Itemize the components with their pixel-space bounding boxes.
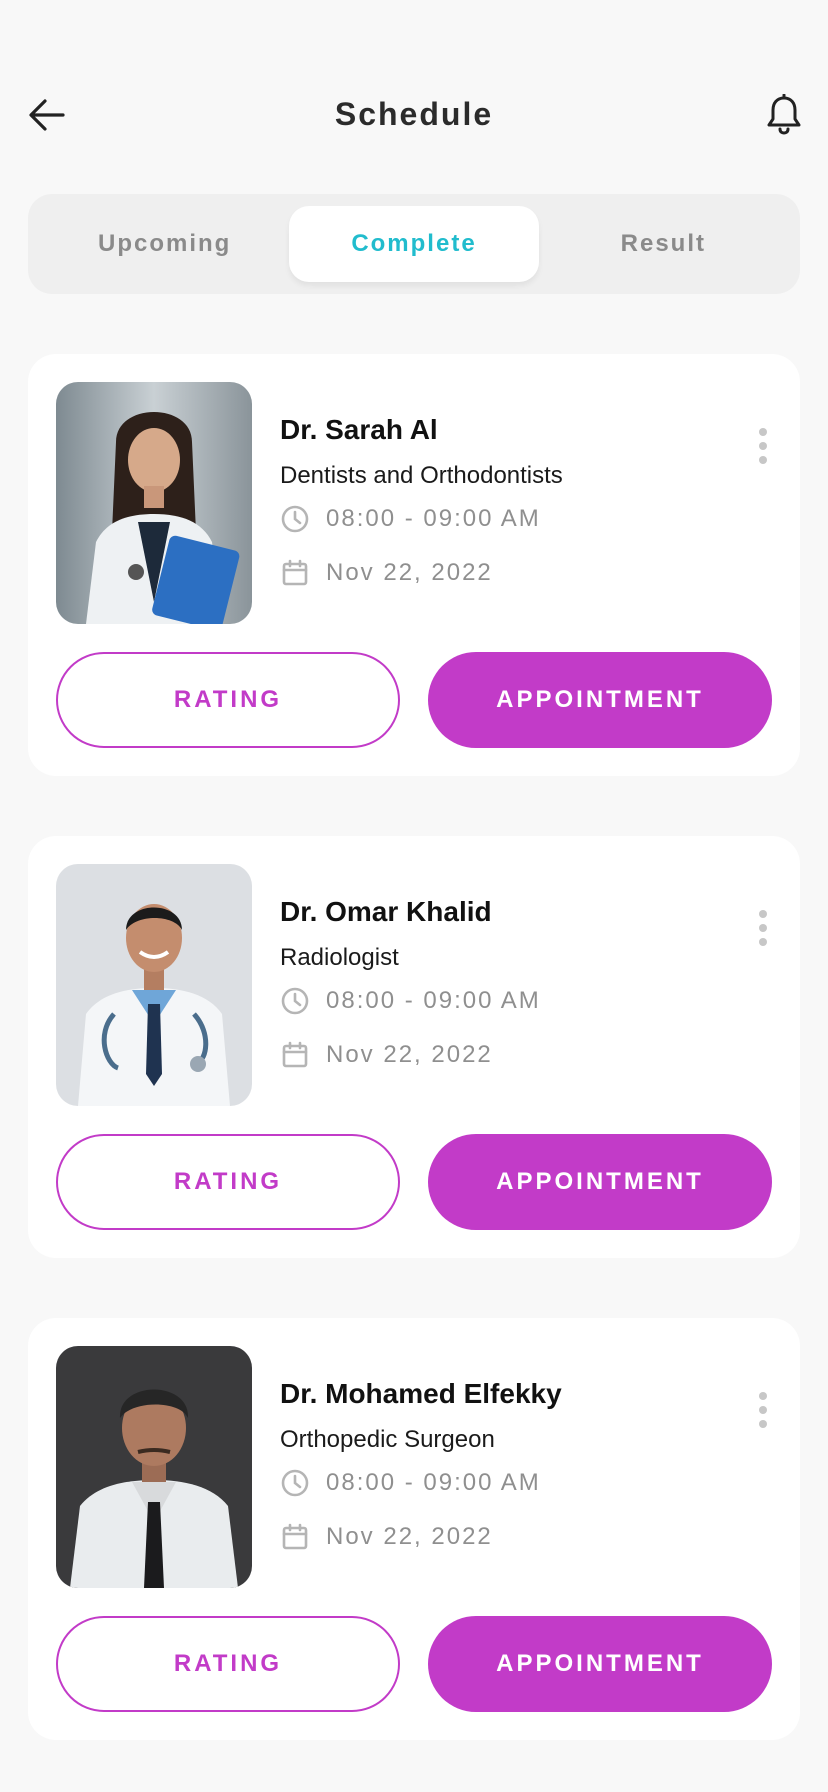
- tab-complete[interactable]: Complete: [289, 206, 539, 282]
- doctor-specialty: Dentists and Orthodontists: [280, 462, 563, 489]
- more-dot: [759, 1420, 767, 1428]
- page-title: Schedule: [334, 96, 494, 132]
- doctor-specialty: Radiologist: [280, 944, 399, 971]
- more-dot: [759, 456, 767, 464]
- date-text: Nov 22, 2022: [326, 559, 493, 586]
- calendar-icon: [282, 1041, 308, 1068]
- notifications-button[interactable]: [762, 92, 806, 138]
- clock-icon: [281, 1469, 309, 1497]
- doctor-specialty: Orthopedic Surgeon: [280, 1426, 495, 1453]
- tab-upcoming[interactable]: Upcoming: [40, 206, 289, 282]
- more-dot: [759, 924, 767, 932]
- doctor-name: Dr. Sarah Al: [280, 414, 438, 445]
- appointment-date: Nov 22, 2022: [280, 1040, 493, 1070]
- clock-icon: [281, 505, 309, 533]
- more-options-button[interactable]: [748, 424, 778, 468]
- date-text: Nov 22, 2022: [326, 1523, 493, 1550]
- appointment-date: Nov 22, 2022: [280, 1522, 493, 1552]
- rating-button[interactable]: RATING: [56, 1134, 400, 1230]
- appointment-button[interactable]: APPOINTMENT: [428, 1134, 772, 1230]
- more-dot: [759, 910, 767, 918]
- clock-icon: [281, 987, 309, 1015]
- appointment-card: Dr. Omar Khalid Radiologist 08:00 - 09:0…: [28, 836, 800, 1258]
- more-dot: [759, 938, 767, 946]
- more-dot: [759, 428, 767, 436]
- calendar-icon: [282, 559, 308, 586]
- appointment-card: Dr. Sarah Al Dentists and Orthodontists …: [28, 354, 800, 776]
- time-text: 08:00 - 09:00 AM: [326, 505, 541, 532]
- doctor-photo: [56, 382, 252, 624]
- more-options-button[interactable]: [748, 906, 778, 950]
- rating-button[interactable]: RATING: [56, 1616, 400, 1712]
- more-dot: [759, 1406, 767, 1414]
- app-header: Schedule: [0, 0, 828, 170]
- appointment-button[interactable]: APPOINTMENT: [428, 652, 772, 748]
- appointment-button[interactable]: APPOINTMENT: [428, 1616, 772, 1712]
- appointment-card: Dr. Mohamed Elfekky Orthopedic Surgeon 0…: [28, 1318, 800, 1740]
- appointment-time: 08:00 - 09:00 AM: [280, 986, 541, 1016]
- schedule-tabs: Upcoming Complete Result: [28, 194, 800, 294]
- more-dot: [759, 1392, 767, 1400]
- rating-button[interactable]: RATING: [56, 652, 400, 748]
- appointment-time: 08:00 - 09:00 AM: [280, 504, 541, 534]
- time-text: 08:00 - 09:00 AM: [326, 1469, 541, 1496]
- bell-icon: [767, 94, 801, 135]
- doctor-photo: [56, 1346, 252, 1588]
- doctor-name: Dr. Mohamed Elfekky: [280, 1378, 562, 1409]
- tab-result[interactable]: Result: [539, 206, 788, 282]
- doctor-photo: [56, 864, 252, 1106]
- calendar-icon: [282, 1523, 308, 1550]
- more-dot: [759, 442, 767, 450]
- appointment-time: 08:00 - 09:00 AM: [280, 1468, 541, 1498]
- doctor-name: Dr. Omar Khalid: [280, 896, 492, 927]
- date-text: Nov 22, 2022: [326, 1041, 493, 1068]
- appointment-date: Nov 22, 2022: [280, 558, 493, 588]
- more-options-button[interactable]: [748, 1388, 778, 1432]
- time-text: 08:00 - 09:00 AM: [326, 987, 541, 1014]
